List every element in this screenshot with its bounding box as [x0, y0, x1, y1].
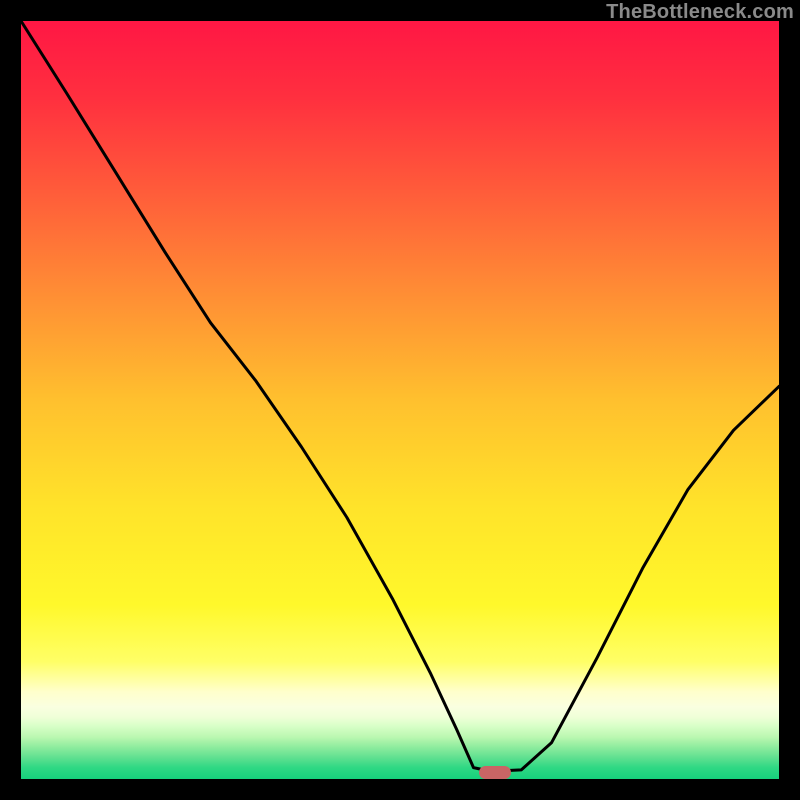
chart-frame: TheBottleneck.com: [0, 0, 800, 800]
optimal-marker: [479, 766, 511, 779]
background-gradient: [21, 21, 779, 779]
plot-area: [21, 21, 779, 779]
watermark-text: TheBottleneck.com: [606, 1, 794, 24]
